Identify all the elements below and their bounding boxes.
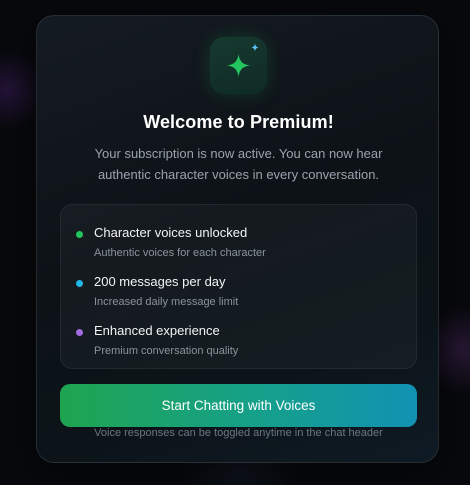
status-dot-icon	[76, 280, 83, 287]
feature-description: Premium conversation quality	[94, 345, 239, 357]
modal-subtitle: Your subscription is now active. You can…	[94, 146, 383, 182]
feature-item-messages: 200 messages per day Increased daily mes…	[61, 272, 418, 316]
feature-description: Authentic voices for each character	[94, 247, 266, 259]
modal-title: Welcome to Premium!	[143, 112, 334, 132]
status-dot-icon	[76, 329, 83, 336]
feature-title: Enhanced experience	[94, 323, 220, 338]
feature-title: 200 messages per day	[94, 274, 226, 289]
status-dot-icon	[76, 231, 83, 238]
premium-welcome-modal: Welcome to Premium! Your subscription is…	[36, 15, 439, 463]
feature-list: Character voices unlocked Authentic voic…	[60, 204, 417, 369]
feature-description: Increased daily message limit	[94, 296, 239, 308]
feature-item-experience: Enhanced experience Premium conversation…	[61, 321, 418, 365]
sparkle-icon	[210, 37, 267, 94]
feature-item-voices: Character voices unlocked Authentic voic…	[61, 223, 418, 267]
voice-toggle-footnote: Voice responses can be toggled anytime i…	[94, 427, 383, 439]
feature-title: Character voices unlocked	[94, 225, 248, 240]
start-chatting-button[interactable]: Start Chatting with Voices	[60, 384, 417, 427]
